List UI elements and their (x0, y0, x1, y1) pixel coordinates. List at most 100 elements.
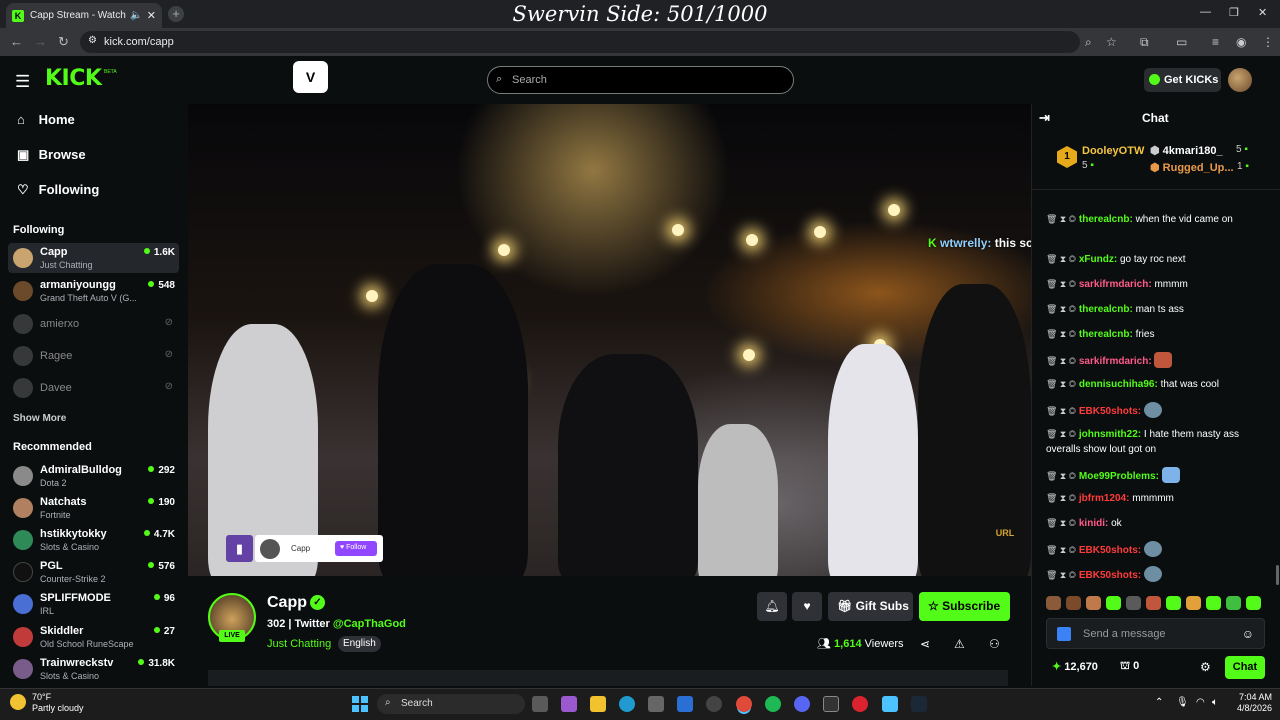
store-icon[interactable] (648, 696, 664, 712)
following-channel-armaniyoungg[interactable]: armaniyoungg Grand Theft Auto V (G... 54… (8, 276, 179, 306)
chat-message[interactable]: 🗑 ⧗ ◎ EBK50shots: (1046, 402, 1268, 419)
user-options-icon[interactable]: ⚇ (989, 637, 1000, 651)
chat-username[interactable]: EBK50shots: (1079, 406, 1141, 417)
chat-message[interactable]: 🗑 ⧗ ◎ Moe99Problems: (1046, 467, 1268, 484)
recommended-channel[interactable]: Skiddler Old School RuneScape 27 (8, 622, 179, 652)
recommended-channel[interactable]: SPLIFFMODE IRL 96 (8, 589, 179, 619)
cast-icon[interactable]: ▭ (1176, 35, 1187, 49)
emote-icon[interactable] (1186, 596, 1201, 610)
recommended-channel[interactable]: AdmiralBulldog Dota 2 292 (8, 461, 179, 491)
chat-username[interactable]: kinidi: (1079, 518, 1108, 529)
nav-home[interactable]: ⌂ Home (17, 112, 75, 127)
windows-start-icon[interactable] (352, 696, 368, 712)
emote-icon[interactable] (1206, 596, 1221, 610)
file-explorer-icon[interactable] (590, 696, 606, 712)
chat-username[interactable]: therealcnb: (1079, 304, 1133, 315)
category-link[interactable]: Just Chatting (267, 638, 331, 650)
collapse-chat-icon[interactable]: ⇥ (1039, 110, 1050, 126)
v-logo-button[interactable]: V (293, 61, 328, 93)
chat-message-input[interactable]: Send a message ☺ (1046, 618, 1265, 649)
chat-message[interactable]: 🗑 ⧗ ◎ therealcnb: when the vid came on (1046, 212, 1268, 227)
language-tag[interactable]: English (338, 636, 381, 652)
chat-username[interactable]: jbfrm1204: (1079, 493, 1130, 504)
app-icon[interactable] (706, 696, 722, 712)
emote-icon[interactable] (1126, 596, 1141, 610)
edge-icon[interactable] (619, 696, 635, 712)
close-window-icon[interactable]: ✕ (1258, 6, 1267, 19)
minimize-icon[interactable]: — (1200, 6, 1211, 18)
recommended-channel[interactable]: hstikkytokky Slots & Casino 4.7K (8, 525, 179, 555)
volume-icon[interactable]: 🔈︎ (1212, 697, 1218, 708)
show-more-link[interactable]: Show More (13, 413, 66, 424)
chat-username[interactable]: EBK50shots: (1079, 570, 1141, 581)
chat-message[interactable]: 🗑 ⧗ ◎ xFundz: go tay roc next (1046, 252, 1268, 267)
video-player[interactable] (188, 104, 1031, 576)
subscribe-button[interactable]: ☆ Subscribe (919, 592, 1010, 621)
zoom-icon[interactable]: ⌕ (1085, 35, 1092, 50)
chat-username[interactable]: therealcnb: (1079, 329, 1133, 340)
emote-icon[interactable] (1166, 596, 1181, 610)
chat-username[interactable]: sarkifrmdarich: (1079, 279, 1152, 290)
xbox-icon[interactable] (823, 696, 839, 712)
chat-message[interactable]: 🗑 ⧗ ◎ therealcnb: man ts ass (1046, 302, 1268, 317)
emote-icon[interactable] (1066, 596, 1081, 610)
notepad-icon[interactable] (882, 696, 898, 712)
recommended-channel[interactable]: Natchats Fortnite 190 (8, 493, 179, 523)
chat-message[interactable]: 🗑 ⧗ ◎ dennisuchiha96: that was cool (1046, 377, 1268, 392)
tray-chevron-icon[interactable]: ⌃ (1155, 697, 1163, 708)
gift-subs-button[interactable]: 🎁︎ Gift Subs (828, 592, 913, 621)
reload-icon[interactable]: ↻ (58, 34, 69, 50)
task-view-icon[interactable] (532, 696, 548, 712)
url-field[interactable]: ⚙ kick.com/capp (80, 31, 1080, 53)
nav-browse[interactable]: ▣ Browse (17, 147, 86, 163)
drops-counter[interactable]: ⛫ 0 (1120, 660, 1139, 674)
steam-icon[interactable] (911, 696, 927, 712)
chat-username[interactable]: johnsmith22: (1079, 429, 1141, 440)
bookmark-star-icon[interactable]: ☆ (1106, 35, 1117, 49)
report-icon[interactable]: ⚠ (954, 637, 965, 651)
chat-message[interactable]: 🗑 ⧗ ◎ kinidi: ok (1046, 516, 1268, 531)
emote-icon[interactable] (1226, 596, 1241, 610)
kick-logo[interactable]: KICK (45, 66, 102, 91)
following-channel-ragee[interactable]: Ragee ⊘ (8, 341, 179, 371)
maximize-icon[interactable]: ❐ (1229, 6, 1239, 19)
channel-name[interactable]: Capp (267, 594, 307, 612)
emoji-icon[interactable]: ☺ (1242, 627, 1254, 641)
taskbar-search[interactable]: ⌕ Search (377, 694, 525, 714)
following-channel-capp[interactable]: Capp Just Chatting 1.6K (8, 243, 179, 273)
chat-username[interactable]: xFundz: (1079, 254, 1117, 265)
menu-icon[interactable]: ☰ (15, 72, 30, 92)
spotify-icon[interactable] (765, 696, 781, 712)
chat-message[interactable]: 🗑 ⧗ ◎ EBK50shots: (1046, 566, 1268, 583)
leader-name[interactable]: DooleyOTW (1082, 145, 1144, 157)
chat-message[interactable]: 🗑 ⧗ ◎ johnsmith22: I hate them nasty ass … (1046, 427, 1268, 457)
forward-icon[interactable]: → (34, 34, 47, 49)
recommended-channel[interactable]: PGL Counter-Strike 2 576 (8, 557, 179, 587)
copilot-icon[interactable] (561, 696, 577, 712)
chat-scrollbar[interactable] (1276, 565, 1279, 585)
leader-name[interactable]: ⬢ 4kmari180_ (1150, 144, 1223, 157)
chat-username[interactable]: dennisuchiha96: (1079, 379, 1158, 390)
wifi-icon[interactable]: ◠ (1196, 697, 1205, 708)
discord-icon[interactable] (794, 696, 810, 712)
chrome-icon[interactable] (736, 696, 752, 712)
twitter-handle-link[interactable]: @CapThaGod (333, 618, 406, 630)
chat-username[interactable]: therealcnb: (1079, 214, 1133, 225)
chat-username[interactable]: EBK50shots: (1079, 545, 1141, 556)
send-chat-button[interactable]: Chat (1225, 656, 1265, 679)
taskbar-clock[interactable]: 7:04 AM 4/8/2026 (1230, 692, 1272, 714)
site-info-icon[interactable]: ⚙ (88, 35, 97, 46)
weather-widget[interactable]: 70°F Partly cloudy (10, 692, 84, 714)
browser-menu-icon[interactable]: ⋮ (1262, 35, 1274, 49)
chat-settings-icon[interactable]: ⚙ (1200, 660, 1211, 674)
chat-username[interactable]: Moe99Problems: (1079, 471, 1159, 482)
outlook-icon[interactable] (677, 696, 693, 712)
share-icon[interactable]: ⋖ (920, 637, 930, 651)
profile-icon[interactable]: ◉ (1236, 35, 1246, 49)
emote-icon[interactable] (1106, 596, 1121, 610)
emote-icon[interactable] (1146, 596, 1161, 610)
following-channel-davee[interactable]: Davee ⊘ (8, 373, 179, 403)
chat-message[interactable]: 🗑 ⧗ ◎ EBK50shots: (1046, 541, 1268, 558)
emote-icon[interactable] (1246, 596, 1261, 610)
get-kicks-button[interactable]: Get KICKs (1144, 68, 1221, 92)
